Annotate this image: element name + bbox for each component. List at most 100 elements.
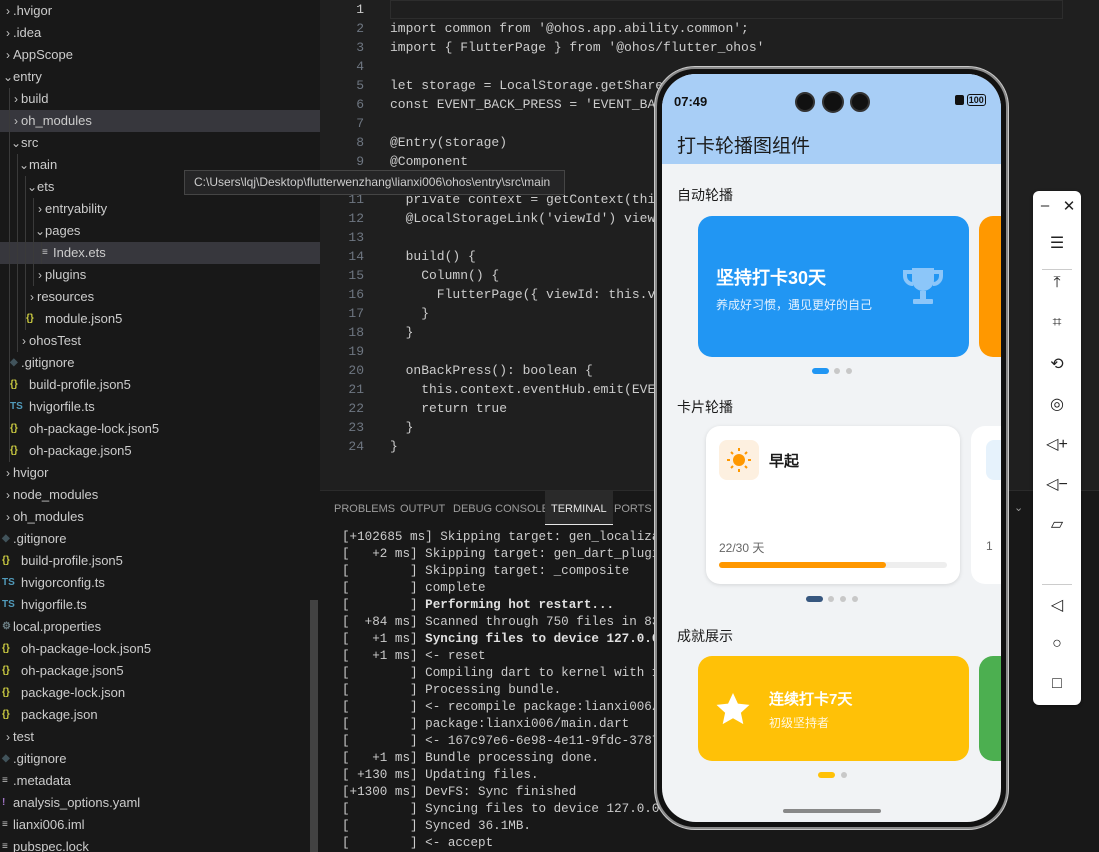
tree-item[interactable]: ⚙ local.properties [0, 616, 320, 638]
code-line[interactable]: 1 [320, 0, 1099, 19]
tree-item[interactable]: › entryability [0, 198, 320, 220]
tree-item[interactable]: {} oh-package-lock.json5 [0, 638, 320, 660]
tree-item-label: pages [45, 223, 81, 238]
tree-item[interactable]: {} oh-package.json5 [0, 440, 320, 462]
carousel-indicator[interactable] [852, 596, 858, 602]
tree-item[interactable]: ⌄ entry [0, 66, 320, 88]
page-title: 打卡轮播图组件 [677, 136, 811, 157]
back-icon[interactable]: ◁ [1033, 595, 1081, 615]
rotate-device-icon[interactable]: ▱ [1033, 514, 1081, 534]
menu-icon[interactable]: ☰ [1033, 233, 1081, 253]
carousel-indicator[interactable] [828, 596, 834, 602]
indent-guide [9, 198, 10, 220]
tree-item[interactable]: ◆ .gitignore [0, 528, 320, 550]
pin-top-icon[interactable]: ⤒ [1033, 274, 1081, 292]
home-indicator[interactable] [783, 809, 881, 813]
tree-item[interactable]: › plugins [0, 264, 320, 286]
tree-item[interactable]: › oh_modules [0, 110, 320, 132]
carousel-indicator[interactable] [840, 596, 846, 602]
tree-item[interactable]: TS hvigorfile.ts [0, 396, 320, 418]
next-banner-card[interactable] [979, 216, 1001, 357]
tree-item[interactable]: › node_modules [0, 484, 320, 506]
home-icon[interactable]: ○ [1033, 635, 1081, 653]
tree-item[interactable]: ≡ Index.ets [0, 242, 320, 264]
code-text: let storage = LocalStorage.getShared() [390, 78, 687, 93]
tree-item[interactable]: {} package-lock.json [0, 682, 320, 704]
line-number: 20 [348, 363, 364, 378]
code-line[interactable]: 3 import { FlutterPage } from '@ohos/flut… [320, 38, 1099, 57]
tree-item[interactable]: › ohosTest [0, 330, 320, 352]
file-icon: {} [10, 379, 18, 390]
tree-item[interactable]: › resources [0, 286, 320, 308]
chevron-down-icon[interactable]: ⌄ [1014, 501, 1023, 514]
file-icon: ≡ [2, 819, 8, 830]
tree-item[interactable]: {} module.json5 [0, 308, 320, 330]
banner-card[interactable]: 坚持打卡30天 养成好习惯，遇见更好的自己 [698, 216, 969, 357]
tree-item-label: ohosTest [29, 333, 82, 348]
next-achievement-card[interactable] [979, 656, 1001, 761]
file-icon: ◆ [2, 753, 10, 764]
tree-item[interactable]: {} build-profile.json5 [0, 374, 320, 396]
tree-item[interactable]: ! analysis_options.yaml [0, 792, 320, 814]
tree-item[interactable]: › test [0, 726, 320, 748]
tree-item[interactable]: ≡ pubspec.lock [0, 836, 320, 852]
tab-debug-console[interactable]: DEBUG CONSOLE [453, 491, 549, 525]
carousel-indicator[interactable] [812, 368, 829, 374]
tab-output[interactable]: OUTPUT [400, 491, 445, 525]
rotate-icon[interactable]: ⟲ [1033, 354, 1081, 374]
tree-item[interactable]: ⌄ pages [0, 220, 320, 242]
habit-card[interactable]: 早起 22/30 天 [706, 426, 960, 584]
tree-item[interactable]: {} build-profile.json5 [0, 550, 320, 572]
file-icon: ◆ [2, 533, 10, 544]
tree-item[interactable]: ◆ .gitignore [0, 748, 320, 770]
camera-icon [795, 92, 815, 112]
tree-item[interactable]: TS hvigorconfig.ts [0, 572, 320, 594]
tree-item[interactable]: ◆ .gitignore [0, 352, 320, 374]
tree-item[interactable]: {} oh-package.json5 [0, 660, 320, 682]
volume-down-icon[interactable]: ◁− [1033, 474, 1081, 494]
tree-item[interactable]: › .idea [0, 22, 320, 44]
code-line[interactable]: 2 import common from '@ohos.app.ability.c… [320, 19, 1099, 38]
tab-terminal[interactable]: TERMINAL [545, 491, 613, 525]
carousel-indicator[interactable] [841, 772, 847, 778]
carousel-indicator[interactable] [834, 368, 840, 374]
tree-item-label: .gitignore [13, 751, 67, 766]
tree-item[interactable]: TS hvigorfile.ts [0, 594, 320, 616]
indent-guide [9, 220, 10, 242]
phone-screen[interactable]: 07:49 100 打卡轮播图组件 自动轮播 坚持打卡30天 养成好习惯，遇见更… [662, 74, 1001, 822]
tree-item[interactable]: › oh_modules [0, 506, 320, 528]
next-habit-card[interactable]: 1 [971, 426, 1001, 584]
screenshot-icon[interactable]: ◎ [1033, 394, 1081, 414]
explorer-scrollbar[interactable] [310, 600, 318, 852]
alert-icon [955, 95, 964, 106]
tree-item-label: plugins [45, 267, 87, 282]
tab-ports[interactable]: PORTS [614, 491, 652, 525]
tree-item[interactable]: ≡ lianxi006.iml [0, 814, 320, 836]
tree-item-label: oh-package-lock.json5 [21, 641, 152, 656]
carousel-indicator[interactable] [846, 368, 852, 374]
tree-item-label: build [21, 91, 49, 106]
close-icon[interactable]: ✕ [1045, 197, 1093, 215]
tree-item[interactable]: › build [0, 88, 320, 110]
carousel-indicator[interactable] [806, 596, 823, 602]
tree-item[interactable]: › .hvigor [0, 0, 320, 22]
trophy-icon [903, 268, 943, 304]
banner-title: 坚持打卡30天 [716, 268, 827, 288]
code-text: } [390, 325, 414, 340]
tree-item[interactable]: {} package.json [0, 704, 320, 726]
recents-icon[interactable]: □ [1033, 675, 1081, 693]
tree-item-label: hvigorconfig.ts [21, 575, 105, 590]
tree-item[interactable]: › AppScope [0, 44, 320, 66]
tree-item-label: analysis_options.yaml [13, 795, 141, 810]
tab-problems[interactable]: PROBLEMS [334, 491, 395, 525]
crop-icon[interactable]: ⌗ [1033, 314, 1081, 332]
carousel-indicator[interactable] [818, 772, 835, 778]
tree-item[interactable]: {} oh-package-lock.json5 [0, 418, 320, 440]
code-text: build() { [390, 249, 476, 264]
volume-up-icon[interactable]: ◁+ [1033, 434, 1081, 454]
achievement-card[interactable]: 连续打卡7天 初级坚持者 [698, 656, 969, 761]
tree-item[interactable]: ≡ .metadata [0, 770, 320, 792]
indent-guide [25, 220, 26, 242]
tree-item[interactable]: ⌄ src [0, 132, 320, 154]
tree-item[interactable]: › hvigor [0, 462, 320, 484]
